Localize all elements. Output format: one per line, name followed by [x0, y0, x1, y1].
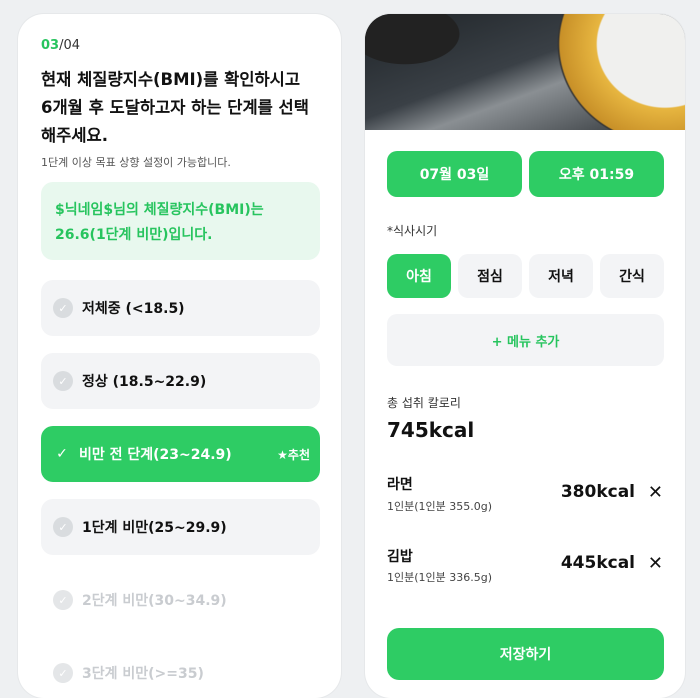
bmi-goal-panel: 03/04 현재 체질량지수(BMI)를 확인하시고 6개월 후 도달하고자 하… — [18, 14, 341, 698]
meal-log-panel: 07월 03일 오후 01:59 *식사시기 아침 점심 저녁 간식 + 메뉴 … — [365, 14, 685, 698]
date-button[interactable]: 07월 03일 — [387, 151, 522, 197]
food-kcal: 445kcal — [560, 553, 635, 573]
food-serving: 1인분(1인분 355.0g) — [387, 500, 493, 513]
question-title: 현재 체질량지수(BMI)를 확인하시고 6개월 후 도달하고자 하는 단계를 … — [41, 70, 309, 145]
option-label: 비만 전 단계(23~24.9) — [79, 447, 232, 463]
food-name: 라면 — [387, 477, 413, 493]
time-button[interactable]: 오후 01:59 — [529, 151, 664, 197]
food-name: 김밥 — [387, 549, 413, 565]
option-label: 1단계 비만(25~29.9) — [82, 520, 227, 536]
meal-breakfast[interactable]: 아침 — [387, 254, 451, 298]
option-label: 3단계 비만(>=35) — [82, 666, 204, 682]
check-icon: ✓ — [53, 663, 73, 683]
meal-lunch[interactable]: 점심 — [458, 254, 522, 298]
check-icon: ✓ — [53, 298, 73, 318]
bmi-info-box: $닉네임$님의 체질량지수(BMI)는 26.6(1단계 비만)입니다. — [41, 182, 320, 260]
option-label: 저체중 (<18.5) — [82, 301, 185, 317]
add-menu-button[interactable]: + 메뉴 추가 — [387, 314, 664, 366]
option-obese-1[interactable]: ✓ 1단계 비만(25~29.9) — [41, 499, 320, 555]
recommended-badge: ★추천 — [277, 447, 310, 462]
option-label: 2단계 비만(30~34.9) — [82, 593, 227, 609]
check-icon: ✓ — [53, 371, 73, 391]
remove-food-icon[interactable]: ✕ — [648, 482, 663, 503]
step-indicator: 03/04 — [41, 38, 81, 53]
option-normal[interactable]: ✓ 정상 (18.5~22.9) — [41, 353, 320, 409]
food-kcal: 380kcal — [560, 482, 635, 502]
food-serving: 1인분(1인분 336.5g) — [387, 571, 493, 584]
meal-dinner[interactable]: 저녁 — [529, 254, 593, 298]
option-pre-obese[interactable]: ✓ 비만 전 단계(23~24.9) ★추천 — [41, 426, 320, 482]
meal-time-label: *식사시기 — [387, 224, 438, 238]
question-subtitle: 1단계 이상 목표 상향 설정이 가능합니다. — [41, 156, 231, 169]
meal-snack[interactable]: 간식 — [600, 254, 664, 298]
food-photo — [365, 14, 685, 130]
check-icon: ✓ — [53, 590, 73, 610]
check-icon: ✓ — [53, 517, 73, 537]
remove-food-icon[interactable]: ✕ — [648, 553, 663, 574]
check-icon: ✓ — [56, 446, 68, 462]
total-calorie-label: 총 섭취 칼로리 — [387, 396, 461, 410]
total-calorie-value: 745kcal — [387, 418, 475, 442]
option-label: 정상 (18.5~22.9) — [82, 374, 207, 390]
option-obese-2: ✓ 2단계 비만(30~34.9) — [41, 572, 320, 628]
option-obese-3: ✓ 3단계 비만(>=35) — [41, 645, 320, 698]
option-underweight[interactable]: ✓ 저체중 (<18.5) — [41, 280, 320, 336]
save-button[interactable]: 저장하기 — [387, 628, 664, 680]
